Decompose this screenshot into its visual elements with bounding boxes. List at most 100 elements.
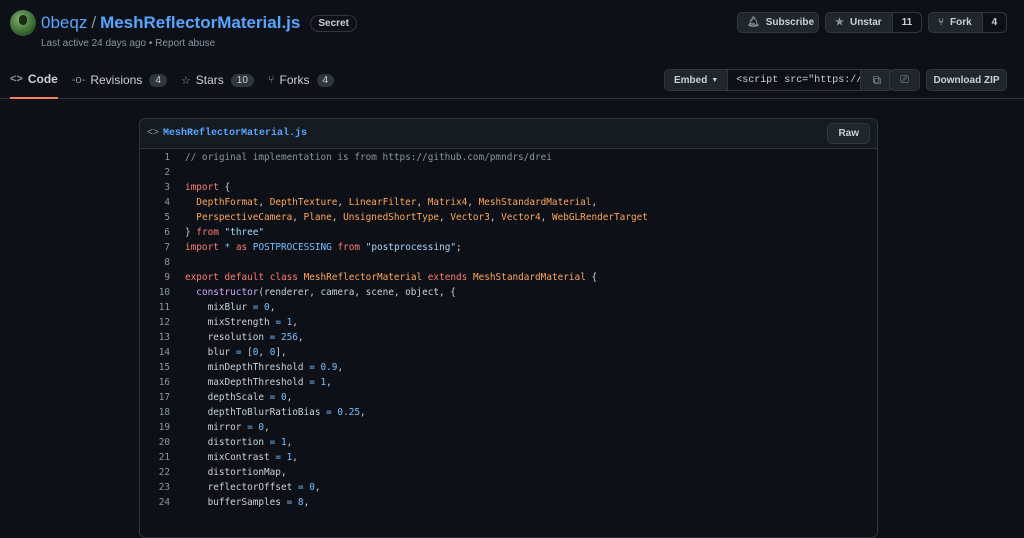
line-number[interactable]: 20 [140, 437, 170, 448]
code-text: depthScale = 0, [185, 392, 293, 403]
code-text: reflectorOffset = 0, [185, 482, 321, 493]
code-text: blur = [0, 0], [185, 347, 287, 358]
code-text: import * as POSTPROCESSING from "postpro… [185, 242, 462, 253]
code-line: 10 constructor(renderer, camera, scene, … [140, 285, 877, 300]
code-line: 7 import * as POSTPROCESSING from "postpr… [140, 240, 877, 255]
file-name-link[interactable]: MeshReflectorMaterial.js [163, 128, 307, 139]
tab-count-badge: 4 [149, 73, 167, 87]
tab-count-badge: 10 [230, 73, 254, 87]
code-line: 12 mixStrength = 1, [140, 315, 877, 330]
avatar[interactable] [10, 10, 36, 36]
embed-code-input[interactable]: <script src="https:// [728, 69, 862, 91]
star-filled-icon: ★ [835, 17, 844, 28]
code-line: 2 [140, 165, 877, 180]
line-number[interactable]: 18 [140, 407, 170, 418]
line-number[interactable]: 23 [140, 482, 170, 493]
tab-forks[interactable]: ⑂ Forks 4 [267, 66, 335, 94]
code-icon: <> [10, 73, 23, 85]
line-number[interactable]: 8 [140, 257, 170, 268]
line-number[interactable]: 1 [140, 152, 170, 163]
open-desktop-button[interactable]: ⎚ [889, 69, 920, 91]
meta-separator: • [148, 38, 153, 49]
tab-revisions[interactable]: -o- Revisions 4 [72, 66, 167, 94]
fork-icon: ⑂ [267, 74, 275, 86]
title-slash: / [91, 13, 97, 32]
star-count[interactable]: 11 [891, 13, 922, 32]
unstar-button[interactable]: ★ Unstar 11 [825, 12, 922, 33]
line-number[interactable]: 2 [140, 167, 170, 178]
line-number[interactable]: 4 [140, 197, 170, 208]
code-line: 23 reflectorOffset = 0, [140, 480, 877, 495]
download-zip-button[interactable]: Download ZIP [926, 69, 1007, 91]
report-abuse-link[interactable]: Report abuse [155, 38, 215, 49]
line-number[interactable]: 7 [140, 242, 170, 253]
tab-label: Stars [195, 73, 224, 87]
code-text: constructor(renderer, camera, scene, obj… [196, 287, 456, 298]
line-number[interactable]: 10 [140, 287, 170, 298]
raw-button[interactable]: Raw [827, 123, 870, 144]
code-line: 19 mirror = 0, [140, 420, 877, 435]
tab-count-badge: 4 [316, 73, 335, 87]
code-text: export default class MeshReflectorMateri… [185, 272, 598, 283]
code-line: 8 [140, 255, 877, 270]
gist-header: 0beqz / MeshReflectorMaterial.js Secret … [0, 0, 1024, 99]
code-text: } from "three" [185, 227, 265, 238]
file-box: <> MeshReflectorMaterial.js Raw 1 // orig… [139, 118, 878, 538]
code-text: distortionMap, [185, 467, 287, 478]
code-text: mirror = 0, [185, 422, 270, 433]
code-line: 4 DepthFormat, DepthTexture, LinearFilte… [140, 195, 877, 210]
fork-button[interactable]: ⑂ Fork 4 [928, 12, 1007, 33]
desktop-download-icon: ⎚ [900, 73, 909, 86]
line-number[interactable]: 22 [140, 467, 170, 478]
tab-label: Code [27, 72, 58, 86]
line-number[interactable]: 14 [140, 347, 170, 358]
code-text: bufferSamples = 8, [185, 497, 310, 508]
fork-count[interactable]: 4 [981, 13, 1007, 32]
code-line: 3 import { [140, 180, 877, 195]
code-line: 20 distortion = 1, [140, 435, 877, 450]
code-text: depthToBlurRatioBias = 0.25, [185, 407, 366, 418]
code-line: 15 minDepthThreshold = 0.9, [140, 360, 877, 375]
code-line: 9 export default class MeshReflectorMater… [140, 270, 877, 285]
unstar-label: Unstar [849, 17, 882, 28]
code-line: 22 distortionMap, [140, 465, 877, 480]
code-text: resolution = 256, [185, 332, 304, 343]
line-number[interactable]: 15 [140, 362, 170, 373]
code-text: minDepthThreshold = 0.9, [185, 362, 344, 373]
line-number[interactable]: 11 [140, 302, 170, 313]
line-number[interactable]: 12 [140, 317, 170, 328]
code-line: 6 } from "three" [140, 225, 877, 240]
tab-stars[interactable]: ☆ Stars 10 [181, 66, 254, 94]
line-number[interactable]: 24 [140, 497, 170, 508]
gist-tabs: <> Code -o- Revisions 4 ☆ Stars 10 ⑂ For… [10, 66, 348, 99]
tab-code[interactable]: <> Code [10, 66, 58, 99]
owner-link[interactable]: 0beqz [41, 13, 87, 33]
line-number[interactable]: 17 [140, 392, 170, 403]
line-number[interactable]: 16 [140, 377, 170, 388]
code-view: 1 // original implementation is from http… [140, 149, 877, 510]
code-line: 16 maxDepthThreshold = 1, [140, 375, 877, 390]
gist-filename-link[interactable]: MeshReflectorMaterial.js [100, 13, 300, 33]
line-number[interactable]: 21 [140, 452, 170, 463]
code-text: distortion = 1, [185, 437, 293, 448]
subscribe-button[interactable]: 🔔︎ Subscribe [737, 12, 819, 33]
code-text: // original implementation is from https… [185, 152, 552, 163]
line-number[interactable]: 13 [140, 332, 170, 343]
code-line: 21 mixContrast = 1, [140, 450, 877, 465]
last-active-text: Last active 24 days ago [41, 38, 147, 49]
line-number[interactable]: 9 [140, 272, 170, 283]
file-code-icon: <> [147, 128, 160, 139]
star-icon: ☆ [180, 74, 191, 87]
line-number[interactable]: 19 [140, 422, 170, 433]
bell-icon: 🔔︎ [747, 17, 760, 28]
line-number[interactable]: 3 [140, 182, 170, 193]
line-number[interactable]: 5 [140, 212, 170, 223]
commit-icon: -o- [71, 74, 86, 86]
code-line: 5 PerspectiveCamera, Plane, UnsignedShor… [140, 210, 877, 225]
embed-dropdown-button[interactable]: Embed ▼ [664, 69, 729, 91]
code-text: mixBlur = 0, [185, 302, 276, 313]
gist-title: 0beqz / MeshReflectorMaterial.js Secret [41, 13, 357, 33]
line-number[interactable]: 6 [140, 227, 170, 238]
code-line: 1 // original implementation is from http… [140, 150, 877, 165]
subscribe-label: Subscribe [765, 17, 815, 28]
